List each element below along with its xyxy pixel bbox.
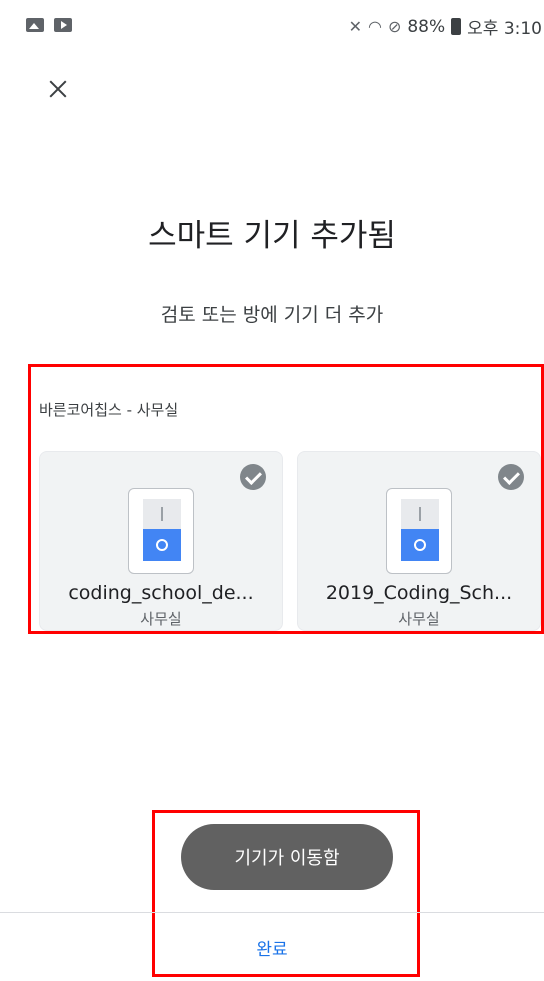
check-icon[interactable] [240, 464, 266, 490]
device-card[interactable]: 2019_Coding_Sch... 사무실 [297, 451, 541, 631]
wifi-icon: ◠ [367, 17, 382, 36]
clock: 오후 3:10 [467, 19, 542, 39]
device-name: coding_school_de... [68, 582, 254, 604]
page-subtitle: 검토 또는 방에 기기 더 추가 [160, 304, 384, 326]
status-left-icons [26, 18, 72, 32]
status-bar: ✕ ◠ ⊘ 88% 오후 3:10 [0, 0, 544, 52]
device-room: 사무실 [398, 610, 440, 628]
image-icon [26, 18, 44, 32]
light-switch-icon [128, 488, 194, 574]
device-room: 사무실 [140, 610, 182, 628]
done-button[interactable]: 완료 [232, 932, 312, 968]
device-name: 2019_Coding_Sch... [325, 582, 513, 604]
battery-percent: 88% [407, 16, 446, 37]
youtube-icon [54, 18, 72, 32]
room-group: 바른코어칩스 - 사무실 coding_school_de... 사무실 201… [28, 364, 544, 634]
footer-divider [0, 912, 544, 913]
status-right-icons: ✕ ◠ ⊘ 88% 오후 3:10 [348, 14, 542, 40]
battery-icon [451, 18, 462, 35]
device-card[interactable]: coding_school_de... 사무실 [39, 451, 283, 631]
close-icon[interactable] [38, 70, 78, 110]
light-switch-icon [386, 488, 452, 574]
check-icon[interactable] [498, 464, 524, 490]
page-title: 스마트 기기 추가됨 [148, 218, 396, 254]
mute-icon: ✕ [348, 17, 362, 36]
toast-message: 기기가 이동함 [181, 824, 393, 890]
room-group-label: 바른코어칩스 - 사무실 [39, 401, 179, 419]
blocked-icon: ⊘ [387, 17, 402, 36]
